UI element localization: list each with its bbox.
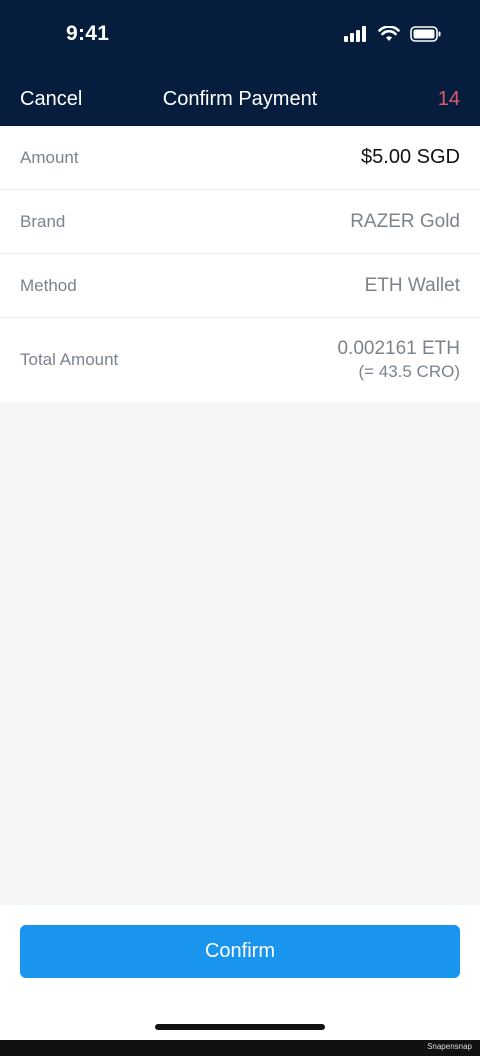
countdown-timer: 14: [437, 88, 460, 110]
confirm-button[interactable]: Confirm: [20, 925, 460, 978]
page-title: Confirm Payment: [162, 88, 318, 110]
method-row: Method ETH Wallet: [0, 254, 480, 318]
amount-label: Amount: [20, 147, 79, 167]
method-label: Method: [20, 275, 77, 295]
amount-row: Amount $5.00 SGD: [0, 126, 480, 190]
brand-value: RAZER Gold: [350, 210, 460, 232]
watermark-bar: Snapensnap: [0, 1040, 480, 1056]
total-row: Total Amount 0.002161 ETH (= 43.5 CRO): [0, 318, 480, 402]
total-values: 0.002161 ETH (= 43.5 CRO): [337, 338, 460, 382]
home-indicator: [155, 1024, 325, 1030]
total-label: Total Amount: [20, 350, 119, 369]
brand-label: Brand: [20, 211, 66, 231]
wifi-icon: [378, 26, 400, 41]
status-time: 9:41: [66, 22, 110, 45]
total-value: 0.002161 ETH: [337, 338, 460, 359]
watermark-text: Snapensnap: [427, 1042, 472, 1051]
method-value: ETH Wallet: [364, 274, 460, 296]
payment-details: Amount $5.00 SGD Brand RAZER Gold Method…: [0, 126, 480, 402]
nav-bar: Cancel Confirm Payment 14: [0, 80, 480, 120]
battery-icon: [410, 26, 441, 42]
cellular-signal-icon: [344, 26, 366, 42]
total-conversion: (= 43.5 CRO): [358, 362, 460, 381]
amount-value: $5.00 SGD: [361, 146, 460, 168]
footer: Confirm: [0, 905, 480, 1040]
brand-row: Brand RAZER Gold: [0, 190, 480, 254]
app-header: 9:41 Cancel Confirm Payment 14: [0, 0, 480, 126]
status-icons: [344, 26, 442, 42]
